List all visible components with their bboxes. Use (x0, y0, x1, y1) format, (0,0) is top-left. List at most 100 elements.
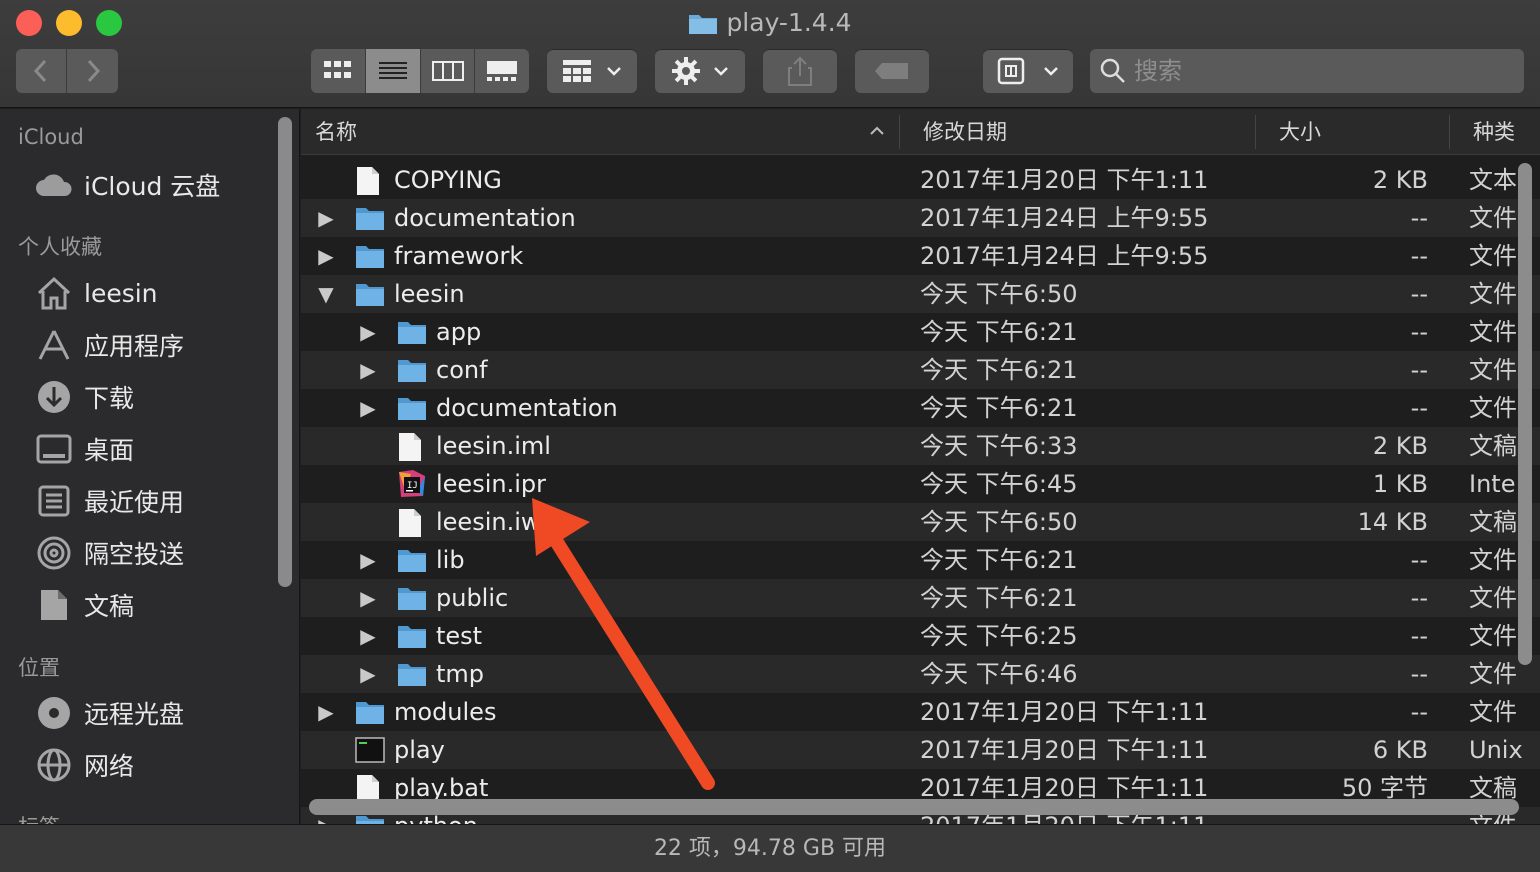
disclosure-expanded-icon[interactable]: ▼ (316, 275, 336, 313)
file-date: 今天 下午6:25 (920, 622, 1078, 650)
file-name: COPYING (394, 166, 502, 194)
list-icon (379, 62, 407, 79)
file-date: 今天 下午6:50 (920, 508, 1078, 536)
sidebar-item-downloads[interactable]: 下载 (34, 375, 134, 419)
file-size: -- (1410, 546, 1428, 574)
file-row[interactable]: ▶ documentation 今天 下午6:21 -- 文件 (301, 389, 1540, 427)
column-divider[interactable] (1449, 115, 1450, 149)
disclosure-collapsed-icon[interactable]: ▶ (358, 313, 378, 351)
status-text: 22 项，94.78 GB 可用 (653, 836, 887, 861)
disclosure-collapsed-icon[interactable]: ▶ (358, 351, 378, 389)
file-size: -- (1410, 660, 1428, 688)
folder-icon (397, 660, 427, 688)
folder-icon (355, 280, 385, 308)
nav-buttons (16, 49, 118, 93)
column-view-button[interactable] (421, 49, 475, 93)
search-field[interactable] (1090, 49, 1524, 93)
column-name[interactable]: 名称 (315, 109, 357, 155)
vertical-scrollbar[interactable] (1518, 163, 1532, 665)
file-row[interactable]: ▶ app 今天 下午6:21 -- 文件 (301, 313, 1540, 351)
file-row[interactable]: leesin.iw 今天 下午6:50 14 KB 文稿 (301, 503, 1540, 541)
file-row[interactable]: ▶ framework 2017年1月24日 上午9:55 -- 文件 (301, 237, 1540, 275)
gear-icon (672, 57, 700, 85)
file-kind: 文件 (1469, 698, 1517, 726)
column-kind[interactable]: 种类 (1473, 109, 1533, 155)
file-name: public (436, 584, 509, 612)
disclosure-collapsed-icon[interactable]: ▶ (358, 655, 378, 693)
sidebar-item-label: 最近使用 (84, 488, 185, 517)
file-row[interactable]: ▶ lib 今天 下午6:21 -- 文件 (301, 541, 1540, 579)
back-button[interactable] (16, 49, 67, 93)
sidebar-item-home[interactable]: leesin (34, 271, 158, 315)
disclosure-collapsed-icon[interactable]: ▶ (316, 237, 336, 275)
group-by-button[interactable] (547, 49, 637, 93)
sidebar-item-network[interactable]: 网络 (34, 743, 134, 787)
file-row[interactable]: ▶ conf 今天 下午6:21 -- 文件 (301, 351, 1540, 389)
share-icon (788, 56, 812, 86)
column-divider[interactable] (1255, 115, 1256, 149)
icon-view-button[interactable] (311, 49, 366, 93)
gallery-view-button[interactable] (475, 49, 529, 93)
search-icon (1100, 58, 1125, 83)
chevron-left-icon (33, 59, 47, 83)
forward-button[interactable] (67, 49, 118, 93)
sidebar-item-recents[interactable]: 最近使用 (34, 479, 184, 523)
disclosure-collapsed-icon[interactable]: ▶ (358, 579, 378, 617)
sidebar-item-airdrop[interactable]: 隔空投送 (34, 531, 184, 575)
sidebar-item-icloud-drive[interactable]: iCloud 云盘 (34, 163, 220, 207)
column-divider[interactable] (899, 115, 900, 149)
sidebar-item-label: 应用程序 (84, 332, 185, 361)
file-name: modules (394, 698, 497, 726)
documents-icon (34, 585, 74, 625)
file-name: lib (436, 546, 465, 574)
folder-icon (397, 318, 427, 346)
file-row[interactable]: play 2017年1月20日 下午1:11 6 KB Unix (301, 731, 1540, 769)
file-size: -- (1410, 584, 1428, 612)
file-row[interactable]: COPYING 2017年1月20日 下午1:11 2 KB 文本 (301, 161, 1540, 199)
sidebar-item-remote-disc[interactable]: 远程光盘 (34, 691, 184, 735)
file-size: 14 KB (1357, 508, 1428, 536)
sidebar-item-desktop[interactable]: 桌面 (34, 427, 134, 471)
column-size[interactable]: 大小 (1279, 109, 1321, 155)
sidebar-item-label: 隔空投送 (84, 540, 185, 569)
disclosure-collapsed-icon[interactable]: ▶ (358, 541, 378, 579)
file-size: -- (1410, 622, 1428, 650)
file-size: -- (1410, 318, 1428, 346)
list-view-button[interactable] (366, 49, 421, 93)
file-size: -- (1410, 394, 1428, 422)
horizontal-scrollbar[interactable] (309, 799, 1519, 815)
disclosure-collapsed-icon[interactable]: ▶ (358, 617, 378, 655)
sidebar-item-documents[interactable]: 文稿 (34, 583, 134, 627)
sidebar-item-applications[interactable]: 应用程序 (34, 323, 184, 367)
file-row[interactable]: ▶ modules 2017年1月20日 下午1:11 -- 文件 (301, 693, 1540, 731)
file-row[interactable]: leesin.iml 今天 下午6:33 2 KB 文稿 (301, 427, 1540, 465)
file-size: -- (1410, 356, 1428, 384)
disclosure-collapsed-icon[interactable]: ▶ (316, 199, 336, 237)
file-row[interactable]: ▶ test 今天 下午6:25 -- 文件 (301, 617, 1540, 655)
file-date: 今天 下午6:50 (920, 280, 1078, 308)
action-button[interactable] (655, 49, 745, 93)
file-row[interactable]: ▶ tmp 今天 下午6:46 -- 文件 (301, 655, 1540, 693)
search-input[interactable] (1134, 57, 1514, 85)
file-row[interactable]: ▶ public 今天 下午6:21 -- 文件 (301, 579, 1540, 617)
sidebar-scrollbar[interactable] (278, 117, 292, 587)
file-row[interactable]: ▶ documentation 2017年1月24日 上午9:55 -- 文件 (301, 199, 1540, 237)
file-name: conf (436, 356, 488, 384)
airdrop-icon (34, 533, 74, 573)
file-name: app (436, 318, 482, 346)
edit-tags-button[interactable] (855, 49, 929, 93)
file-row[interactable]: ▼ leesin 今天 下午6:50 -- 文件 (301, 275, 1540, 313)
file-size: -- (1410, 242, 1428, 270)
recents-icon (34, 481, 74, 521)
share-button[interactable] (763, 49, 837, 93)
file-date: 今天 下午6:21 (920, 584, 1078, 612)
download-icon (34, 377, 74, 417)
disclosure-collapsed-icon[interactable]: ▶ (358, 389, 378, 427)
column-date[interactable]: 修改日期 (923, 109, 1007, 155)
disclosure-collapsed-icon[interactable]: ▶ (316, 693, 336, 731)
file-row[interactable]: IJ leesin.ipr 今天 下午6:45 1 KB Inte (301, 465, 1540, 503)
file-date: 2017年1月20日 下午1:11 (920, 698, 1209, 726)
file-size: -- (1410, 698, 1428, 726)
file-date: 今天 下午6:21 (920, 356, 1078, 384)
sync-menu-button[interactable] (983, 49, 1073, 93)
